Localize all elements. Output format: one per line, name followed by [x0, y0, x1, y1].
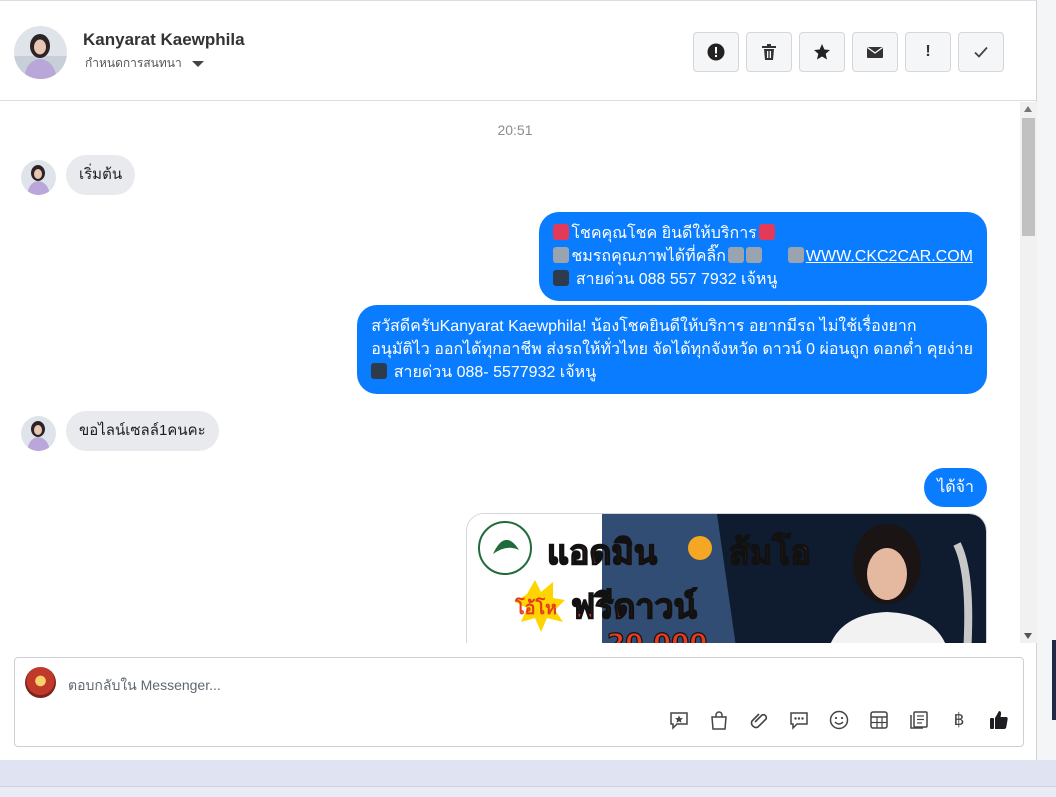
composer-toolbar: ฿	[667, 708, 1011, 732]
contact-avatar-small[interactable]	[21, 160, 56, 195]
promo-headline-2: ส้มโอ	[729, 532, 811, 573]
promo-offer: ฟรีดาวน์	[571, 587, 697, 627]
mail-button[interactable]	[852, 32, 898, 72]
sparkle-emoji-icon	[758, 224, 775, 240]
table-icon	[870, 711, 888, 729]
notes-icon	[910, 711, 928, 729]
checkmark-icon	[974, 46, 988, 58]
outgoing-message: ได้จ้า	[924, 468, 987, 507]
incoming-message: เริ่มต้น	[66, 155, 136, 195]
caret-down-icon	[191, 60, 204, 67]
promo-amount: 20,000	[607, 629, 707, 643]
message-line: สายด่วน 088- 5577932 เจ้หนู	[371, 361, 973, 384]
scrollbar-thumb[interactable]	[1022, 118, 1035, 236]
play-emoji-icon	[553, 247, 570, 263]
down-arrow-emoji-icon	[727, 247, 744, 263]
message-thread[interactable]: 20:51 เริ่มต้น โชคคุณโชค ยินดีให้บริการ …	[0, 102, 1020, 643]
taskbar	[0, 786, 1056, 797]
message-line: ชมรถคุณภาพได้ที่คลิ๊ก WWW.CKC2CAR.COM	[553, 245, 973, 268]
conversation-header: Kanyarat Kaewphila กำหนดการสนทนา !	[0, 0, 1037, 101]
desktop-accent	[1052, 640, 1056, 720]
phone-emoji-icon	[371, 363, 388, 379]
promo-headline: แอดมิน	[547, 533, 657, 573]
quick-reply-button[interactable]	[787, 708, 811, 732]
table-button[interactable]	[867, 708, 891, 732]
thumbs-up-icon	[990, 711, 1008, 729]
promo-image[interactable]: แอดมิน ส้มโอ โอ้โห ฟรีดาวน์ 20,000	[466, 513, 987, 643]
shop-bag-icon	[711, 711, 727, 730]
attach-button[interactable]	[747, 708, 771, 732]
message-timestamp: 20:51	[497, 122, 533, 138]
page-avatar	[25, 667, 56, 698]
payment-button[interactable]: ฿	[947, 708, 971, 732]
phone-emoji-icon	[553, 270, 570, 286]
delete-button[interactable]	[746, 32, 792, 72]
emoji-button[interactable]	[827, 708, 851, 732]
star-button[interactable]	[799, 32, 845, 72]
message-line: โชคคุณโชค ยินดีให้บริการ	[553, 222, 973, 245]
important-button[interactable]: !	[905, 32, 951, 72]
envelope-icon	[867, 46, 883, 58]
scroll-down-icon[interactable]	[1024, 633, 1032, 639]
message-line: อนุมัติไว ออกได้ทุกอาชีพ ส่งรถให้ทั่วไทย…	[371, 341, 973, 358]
outgoing-message: สวัสดีครับKanyarat Kaewphila! น้องโชคยิน…	[357, 305, 987, 394]
desktop-edge	[1037, 0, 1056, 760]
report-button[interactable]	[693, 32, 739, 72]
promo-badge: โอ้โห	[514, 597, 557, 619]
website-link[interactable]: WWW.CKC2CAR.COM	[806, 248, 973, 265]
saved-reply-icon	[670, 712, 688, 730]
reply-composer: ฿	[14, 657, 1024, 747]
saved-reply-button[interactable]	[667, 708, 691, 732]
chat-bubble-icon	[790, 712, 808, 730]
scroll-up-icon[interactable]	[1024, 106, 1032, 112]
contact-avatar[interactable]	[14, 26, 67, 79]
baht-icon: ฿	[953, 710, 965, 729]
star-icon	[814, 44, 830, 60]
shop-button[interactable]	[707, 708, 731, 732]
play-emoji-icon	[787, 247, 804, 263]
exclamation-icon: !	[925, 43, 931, 60]
conversation-menu[interactable]: กำหนดการสนทนา	[85, 54, 204, 73]
incoming-message: ขอไลน์เซลล์1คนคะ	[66, 411, 219, 451]
message-line: สายด่วน 088 557 7932 เจ้หนู	[553, 268, 973, 291]
thread-scrollbar[interactable]	[1020, 102, 1037, 643]
down-arrow-emoji-icon	[745, 247, 762, 263]
trash-icon	[762, 44, 776, 60]
message-line: สวัสดีครับKanyarat Kaewphila! น้องโชคยิน…	[371, 318, 917, 335]
attachment-icon	[750, 713, 768, 729]
like-button[interactable]	[987, 708, 1011, 732]
notes-button[interactable]	[907, 708, 931, 732]
contact-avatar-small[interactable]	[21, 416, 56, 451]
sparkle-emoji-icon	[553, 224, 570, 240]
emoji-icon	[829, 710, 849, 730]
alert-circle-icon	[707, 43, 725, 61]
messenger-window: Kanyarat Kaewphila กำหนดการสนทนา ! 20:51…	[0, 0, 1037, 760]
header-actions: !	[693, 32, 1004, 72]
outgoing-message: โชคคุณโชค ยินดีให้บริการ ชมรถคุณภาพได้ที…	[539, 212, 987, 301]
conversation-menu-label: กำหนดการสนทนา	[85, 56, 182, 70]
contact-name: Kanyarat Kaewphila	[83, 30, 245, 49]
reply-input[interactable]	[68, 675, 668, 695]
done-button[interactable]	[958, 32, 1004, 72]
